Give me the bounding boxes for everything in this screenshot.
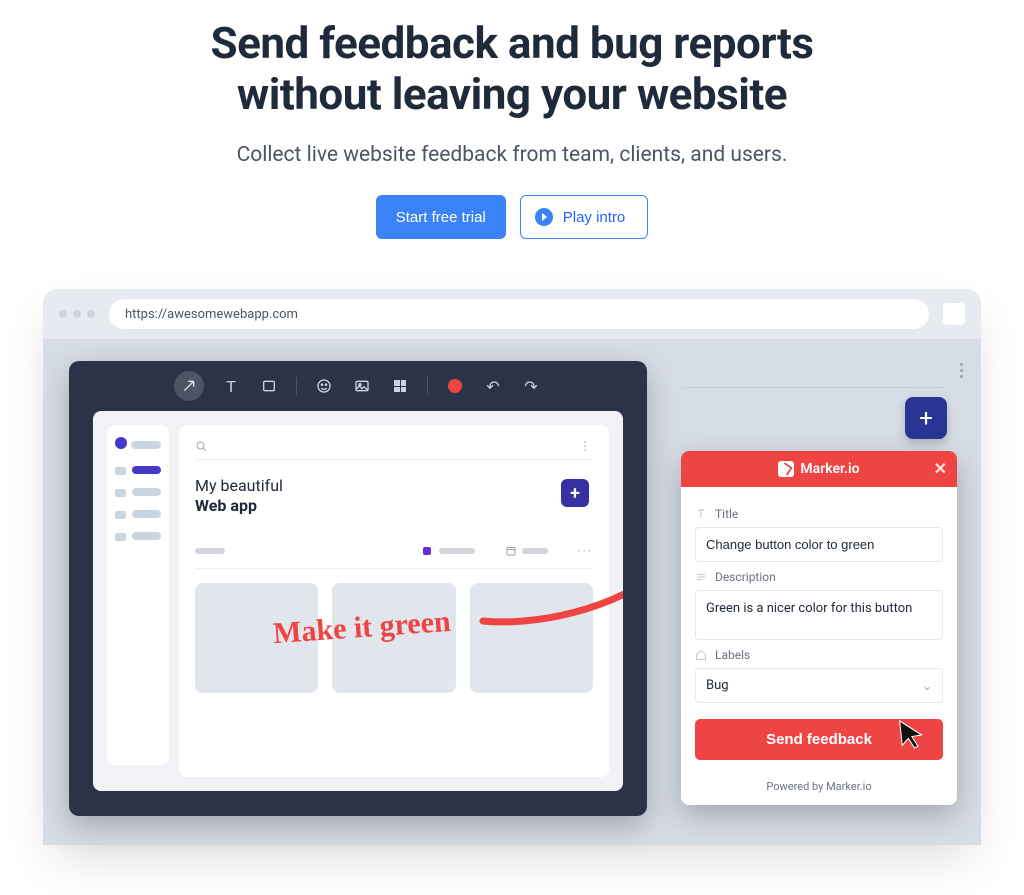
- color-picker-icon[interactable]: [444, 375, 466, 397]
- more-icon[interactable]: ⋮: [579, 439, 593, 453]
- description-input[interactable]: Green is a nicer color for this button: [695, 590, 943, 640]
- page-title: Send feedback and bug reports without le…: [0, 18, 1024, 119]
- tab-more-icon[interactable]: ···: [578, 544, 593, 558]
- arrow-tool-icon[interactable]: [174, 371, 204, 401]
- annotation-toolbar: T ↶ ↷: [69, 361, 647, 411]
- tag-icon: [695, 649, 707, 661]
- feedback-widget: Marker.io ✕ Title Description Green is a…: [681, 451, 957, 805]
- play-intro-button[interactable]: Play intro: [520, 195, 649, 239]
- url-bar[interactable]: https://awesomewebapp.com: [109, 299, 929, 329]
- window-controls: [59, 310, 95, 318]
- labels-select[interactable]: Bug ⌄: [695, 668, 943, 703]
- emoji-tool-icon[interactable]: [313, 375, 335, 397]
- browser-mockup: https://awesomewebapp.com T: [43, 289, 981, 845]
- close-icon[interactable]: ✕: [934, 459, 947, 478]
- image-tool-icon[interactable]: [351, 375, 373, 397]
- annotation-editor: T ↶ ↷: [69, 361, 647, 816]
- tab-item[interactable]: [505, 545, 548, 557]
- chevron-down-icon: ⌄: [922, 679, 932, 693]
- title-label: Title: [695, 507, 943, 521]
- rectangle-tool-icon[interactable]: [258, 375, 280, 397]
- brand-logo-icon: [778, 461, 794, 477]
- redo-icon[interactable]: ↷: [520, 375, 542, 397]
- browser-extension-icon[interactable]: [943, 303, 965, 325]
- undo-icon[interactable]: ↶: [482, 375, 504, 397]
- placeholder-card: [195, 583, 318, 693]
- widget-header: Marker.io ✕: [681, 451, 957, 487]
- search-icon: [195, 440, 207, 452]
- labels-label: Labels: [695, 648, 943, 662]
- text-tool-icon[interactable]: T: [220, 375, 242, 397]
- tab-item[interactable]: [195, 548, 225, 554]
- tab-item[interactable]: [439, 548, 475, 554]
- open-feedback-button[interactable]: +: [905, 397, 947, 439]
- lines-icon: [695, 571, 707, 583]
- placeholder-card: [332, 583, 455, 693]
- description-label: Description: [695, 570, 943, 584]
- placeholder-card: [470, 583, 593, 693]
- page-subtitle: Collect live website feedback from team,…: [0, 143, 1024, 167]
- start-trial-button[interactable]: Start free trial: [376, 195, 506, 239]
- title-input[interactable]: [695, 527, 943, 562]
- tab-indicator: [423, 547, 431, 555]
- blur-tool-icon[interactable]: [389, 375, 411, 397]
- screenshot-viewport: ⋮ My beautiful Web app +: [93, 411, 623, 791]
- cursor-icon: [897, 719, 925, 749]
- kebab-menu-icon[interactable]: [960, 363, 963, 378]
- divider: [683, 387, 945, 388]
- play-icon: [535, 208, 553, 226]
- add-button[interactable]: +: [561, 479, 589, 507]
- app-sidebar: [107, 425, 169, 765]
- app-heading: My beautiful Web app: [195, 476, 593, 516]
- app-main: ⋮ My beautiful Web app +: [179, 425, 609, 777]
- text-icon: [695, 508, 707, 520]
- powered-by-text: Powered by Marker.io: [681, 770, 957, 805]
